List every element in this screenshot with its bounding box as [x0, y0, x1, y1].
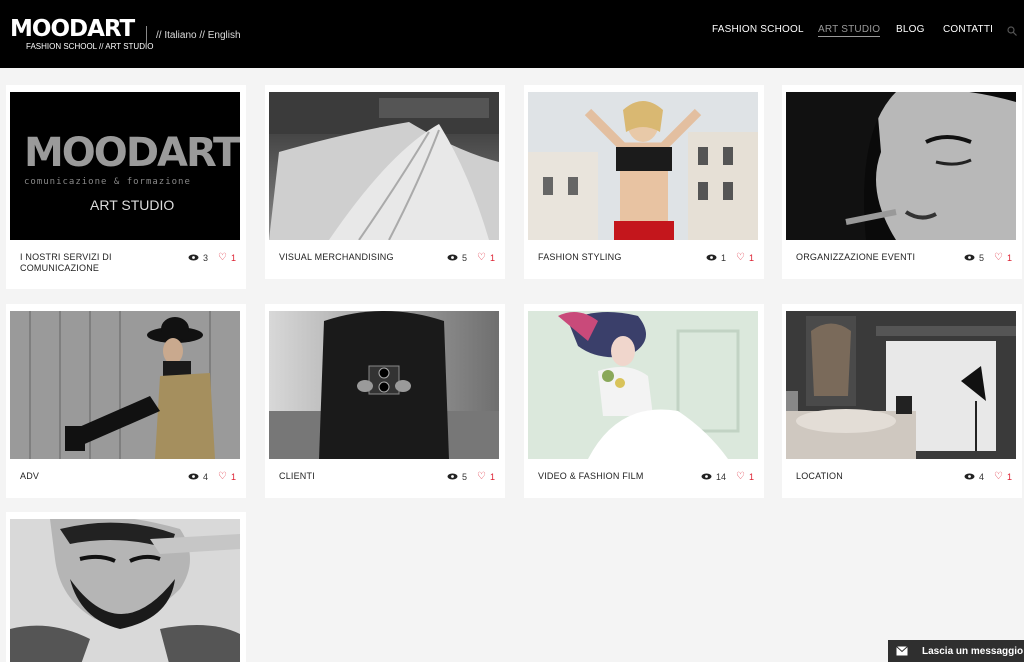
like-count: 1 [748, 471, 754, 482]
card-title[interactable]: LOCATION [796, 471, 926, 482]
card-title[interactable]: I NOSTRI SERVIZI DI COMUNICAZIONE [20, 252, 150, 274]
portfolio-card[interactable]: VISUAL MERCHANDISING 5 ♡ 1 [265, 85, 505, 279]
eye-icon [188, 473, 199, 480]
card-thumbnail[interactable] [269, 92, 499, 240]
envelope-icon [896, 646, 908, 656]
heart-icon[interactable]: ♡ [218, 471, 227, 482]
card-thumbnail[interactable] [528, 92, 758, 240]
site-header: MOODART FASHION SCHOOL // ART STUDIO // … [0, 0, 1024, 68]
card-title[interactable]: ORGANIZZAZIONE EVENTI [796, 252, 926, 263]
card-title[interactable]: CLIENTI [279, 471, 409, 482]
portfolio-card[interactable]: FASHION STYLING 1 ♡ 1 [524, 85, 764, 279]
lang-english-link[interactable]: English [208, 30, 241, 41]
lang-italiano-link[interactable]: Italiano [164, 30, 196, 41]
card-thumbnail[interactable] [786, 92, 1016, 240]
like-count: 1 [489, 471, 495, 482]
makeup-closeup-photo [786, 92, 1016, 240]
studio-location-photo [786, 311, 1016, 459]
like-count: 1 [1006, 252, 1012, 263]
logo-wordmark: MOODART [10, 16, 135, 42]
like-count: 1 [230, 471, 236, 482]
nav-fashion-school[interactable]: FASHION SCHOOL [712, 24, 804, 35]
like-count: 1 [748, 252, 754, 263]
site-logo[interactable]: MOODART FASHION SCHOOL // ART STUDIO [10, 16, 153, 52]
portfolio-card[interactable]: LOCATION 4 ♡ 1 [782, 304, 1022, 498]
heart-icon[interactable]: ♡ [736, 252, 745, 263]
view-count: 4 [979, 471, 985, 482]
card-thumbnail[interactable] [10, 311, 240, 459]
view-count: 5 [462, 252, 468, 263]
eye-icon [964, 473, 975, 480]
nav-contatti[interactable]: CONTATTI [943, 24, 993, 35]
portfolio-card[interactable] [6, 512, 246, 662]
chat-label[interactable]: Lascia un messaggio [922, 646, 1023, 657]
wedding-dress-photo [269, 92, 499, 240]
heart-icon[interactable]: ♡ [218, 252, 227, 263]
card-thumbnail[interactable] [269, 311, 499, 459]
card-title[interactable]: FASHION STYLING [538, 252, 668, 263]
card-stats: 1 ♡ 1 [706, 252, 754, 263]
card-title[interactable]: VIDEO & FASHION FILM [538, 471, 668, 482]
card-thumbnail[interactable] [10, 519, 240, 662]
lang-separator: // [199, 30, 205, 41]
adv-model-photo [10, 311, 240, 459]
card-thumbnail[interactable]: MOODART comunicazione & formazione ART S… [10, 92, 240, 240]
card-stats: 14 ♡ 1 [701, 471, 754, 482]
heart-icon[interactable]: ♡ [994, 471, 1003, 482]
card-thumbnail[interactable] [786, 311, 1016, 459]
thumb-art-studio-label: ART STUDIO [90, 197, 174, 213]
fashion-film-photo [528, 311, 758, 459]
like-count: 1 [489, 252, 495, 263]
nav-blog[interactable]: BLOG [896, 24, 925, 35]
heart-icon[interactable]: ♡ [994, 252, 1003, 263]
view-count: 5 [462, 471, 468, 482]
portfolio-card[interactable]: CLIENTI 5 ♡ 1 [265, 304, 505, 498]
eye-icon [964, 254, 975, 261]
like-count: 1 [230, 252, 236, 263]
eye-icon [447, 254, 458, 261]
header-divider [146, 26, 147, 44]
portfolio-card[interactable]: MOODART comunicazione & formazione ART S… [6, 85, 246, 289]
eye-icon [706, 254, 717, 261]
thumb-logo-word: MOODART [24, 130, 240, 176]
heart-icon[interactable]: ♡ [477, 471, 486, 482]
card-thumbnail[interactable] [528, 311, 758, 459]
card-title[interactable]: VISUAL MERCHANDISING [279, 252, 409, 263]
view-count: 4 [203, 471, 209, 482]
thumb-logo-tagline: comunicazione & formazione [24, 177, 191, 187]
bearded-man-photo [10, 519, 240, 662]
fashion-model-photo [528, 92, 758, 240]
card-stats: 4 ♡ 1 [188, 471, 236, 482]
card-title[interactable]: ADV [20, 471, 150, 482]
card-stats: 5 ♡ 1 [447, 471, 495, 482]
card-stats: 5 ♡ 1 [447, 252, 495, 263]
language-switcher: // Italiano // English [156, 30, 241, 41]
portfolio-card[interactable]: VIDEO & FASHION FILM 14 ♡ 1 [524, 304, 764, 498]
lang-prefix: // [156, 30, 162, 41]
like-count: 1 [1006, 471, 1012, 482]
view-count: 5 [979, 252, 985, 263]
portfolio-card[interactable]: ADV 4 ♡ 1 [6, 304, 246, 498]
view-count: 3 [203, 252, 209, 263]
eye-icon [701, 473, 712, 480]
view-count: 14 [716, 471, 727, 482]
card-stats: 3 ♡ 1 [188, 252, 236, 263]
card-stats: 5 ♡ 1 [964, 252, 1012, 263]
heart-icon[interactable]: ♡ [477, 252, 486, 263]
eye-icon [188, 254, 199, 261]
portfolio-card[interactable]: ORGANIZZAZIONE EVENTI 5 ♡ 1 [782, 85, 1022, 279]
photographer-camera-photo [269, 311, 499, 459]
nav-art-studio[interactable]: ART STUDIO [818, 24, 881, 37]
search-icon[interactable] [1007, 26, 1017, 36]
card-stats: 4 ♡ 1 [964, 471, 1012, 482]
heart-icon[interactable]: ♡ [736, 471, 745, 482]
logo-tagline: FASHION SCHOOL // ART STUDIO [26, 42, 154, 51]
eye-icon [447, 473, 458, 480]
chat-widget[interactable]: Lascia un messaggio [888, 640, 1024, 662]
moodart-logo-thumbnail: MOODART comunicazione & formazione ART S… [10, 92, 240, 240]
view-count: 1 [721, 252, 727, 263]
